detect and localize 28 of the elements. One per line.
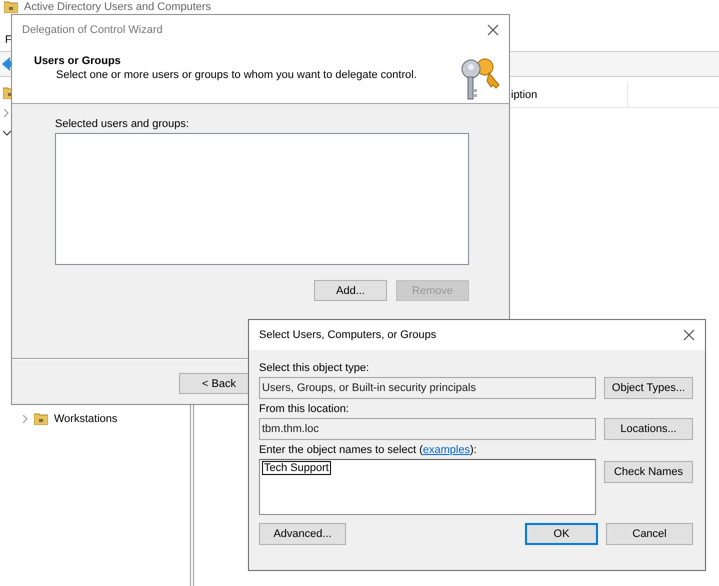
locations-button[interactable]: Locations... <box>604 418 693 440</box>
ok-button[interactable]: OK <box>525 523 598 545</box>
close-icon[interactable] <box>487 24 499 36</box>
close-icon[interactable] <box>683 329 695 341</box>
dialog-title: Delegation of Control Wizard <box>22 24 163 36</box>
list-label: Selected users and groups: <box>55 118 190 130</box>
cancel-button[interactable]: Cancel <box>606 523 693 545</box>
window-title: Active Directory Users and Computers <box>24 1 212 13</box>
page-heading: Users or Groups <box>34 55 122 67</box>
field-label: Enter the object names to select (examples): <box>259 444 478 456</box>
add-button[interactable]: Add... <box>314 280 387 301</box>
field-label: Select this object type: <box>259 362 370 374</box>
object-type-field: Users, Groups, or Built-in security principals <box>259 377 596 399</box>
app-icon <box>4 1 18 13</box>
chevron-icon[interactable] <box>3 130 11 136</box>
page-subtitle: Select one or more users or groups to whom you want to delegate control. <box>55 69 417 81</box>
column-header[interactable]: iption <box>511 89 621 101</box>
dialog-title: Select Users, Computers, or Groups <box>259 329 436 341</box>
examples-link[interactable]: examples <box>422 444 470 456</box>
object-types-button[interactable]: Object Types... <box>604 377 693 399</box>
advanced-button[interactable]: Advanced... <box>259 523 346 545</box>
field-label: From this location: <box>259 403 350 415</box>
check-names-button[interactable]: Check Names <box>604 461 693 483</box>
tree-item[interactable]: Workstations <box>54 413 118 425</box>
menu-item[interactable]: F <box>5 34 12 46</box>
folder-icon <box>34 413 48 425</box>
names-input-field[interactable]: Tech Support <box>259 459 596 515</box>
location-field: tbm.thm.loc <box>259 418 596 440</box>
